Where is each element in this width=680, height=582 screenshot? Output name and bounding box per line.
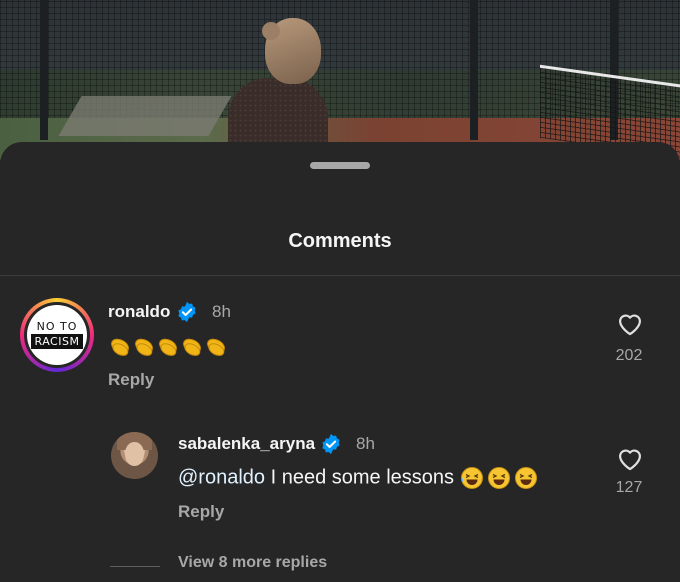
laughing-face-icon <box>460 467 537 489</box>
verified-badge-icon <box>322 433 340 455</box>
comment-body: I need some lessons <box>265 466 460 489</box>
avatar: NO TO RACISM <box>27 305 87 365</box>
verified-badge-icon <box>178 301 196 323</box>
sheet-drag-handle[interactable] <box>310 162 370 169</box>
comment-text <box>108 332 228 358</box>
comment-timestamp: 8h <box>356 434 375 453</box>
reply-button[interactable]: Reply <box>178 502 224 522</box>
court-path <box>58 96 232 136</box>
mention-link[interactable]: @ronaldo <box>178 466 265 488</box>
avatar[interactable] <box>111 432 158 479</box>
fence-pole <box>40 0 48 140</box>
avatar-logo-text: NO TO <box>36 320 78 333</box>
clapping-hands-icon <box>111 338 225 356</box>
comment-timestamp: 8h <box>212 302 231 321</box>
like-count: 127 <box>615 479 643 496</box>
avatar-logo-text: RACISM <box>30 334 84 349</box>
comment-text: @ronaldo I need some lessons <box>178 466 538 490</box>
reply-button[interactable]: Reply <box>108 370 154 390</box>
heart-icon[interactable] <box>616 445 644 471</box>
avatar-story-ring[interactable]: NO TO RACISM <box>20 298 94 372</box>
comment-username[interactable]: sabalenka_aryna <box>178 434 315 454</box>
background-video-frame <box>0 0 680 160</box>
sheet-title: Comments <box>288 230 392 252</box>
header-divider <box>0 275 680 276</box>
fence-pole <box>470 0 478 140</box>
view-more-replies-button[interactable]: View 8 more replies <box>178 554 327 572</box>
comment-username[interactable]: ronaldo <box>108 302 170 322</box>
person-hair-bun <box>262 22 280 40</box>
like-count: 202 <box>615 347 643 364</box>
comments-sheet: Comments NO TO RACISM ronaldo 8h Reply 2… <box>0 142 680 582</box>
heart-icon[interactable] <box>616 310 644 336</box>
view-more-divider <box>110 566 160 567</box>
